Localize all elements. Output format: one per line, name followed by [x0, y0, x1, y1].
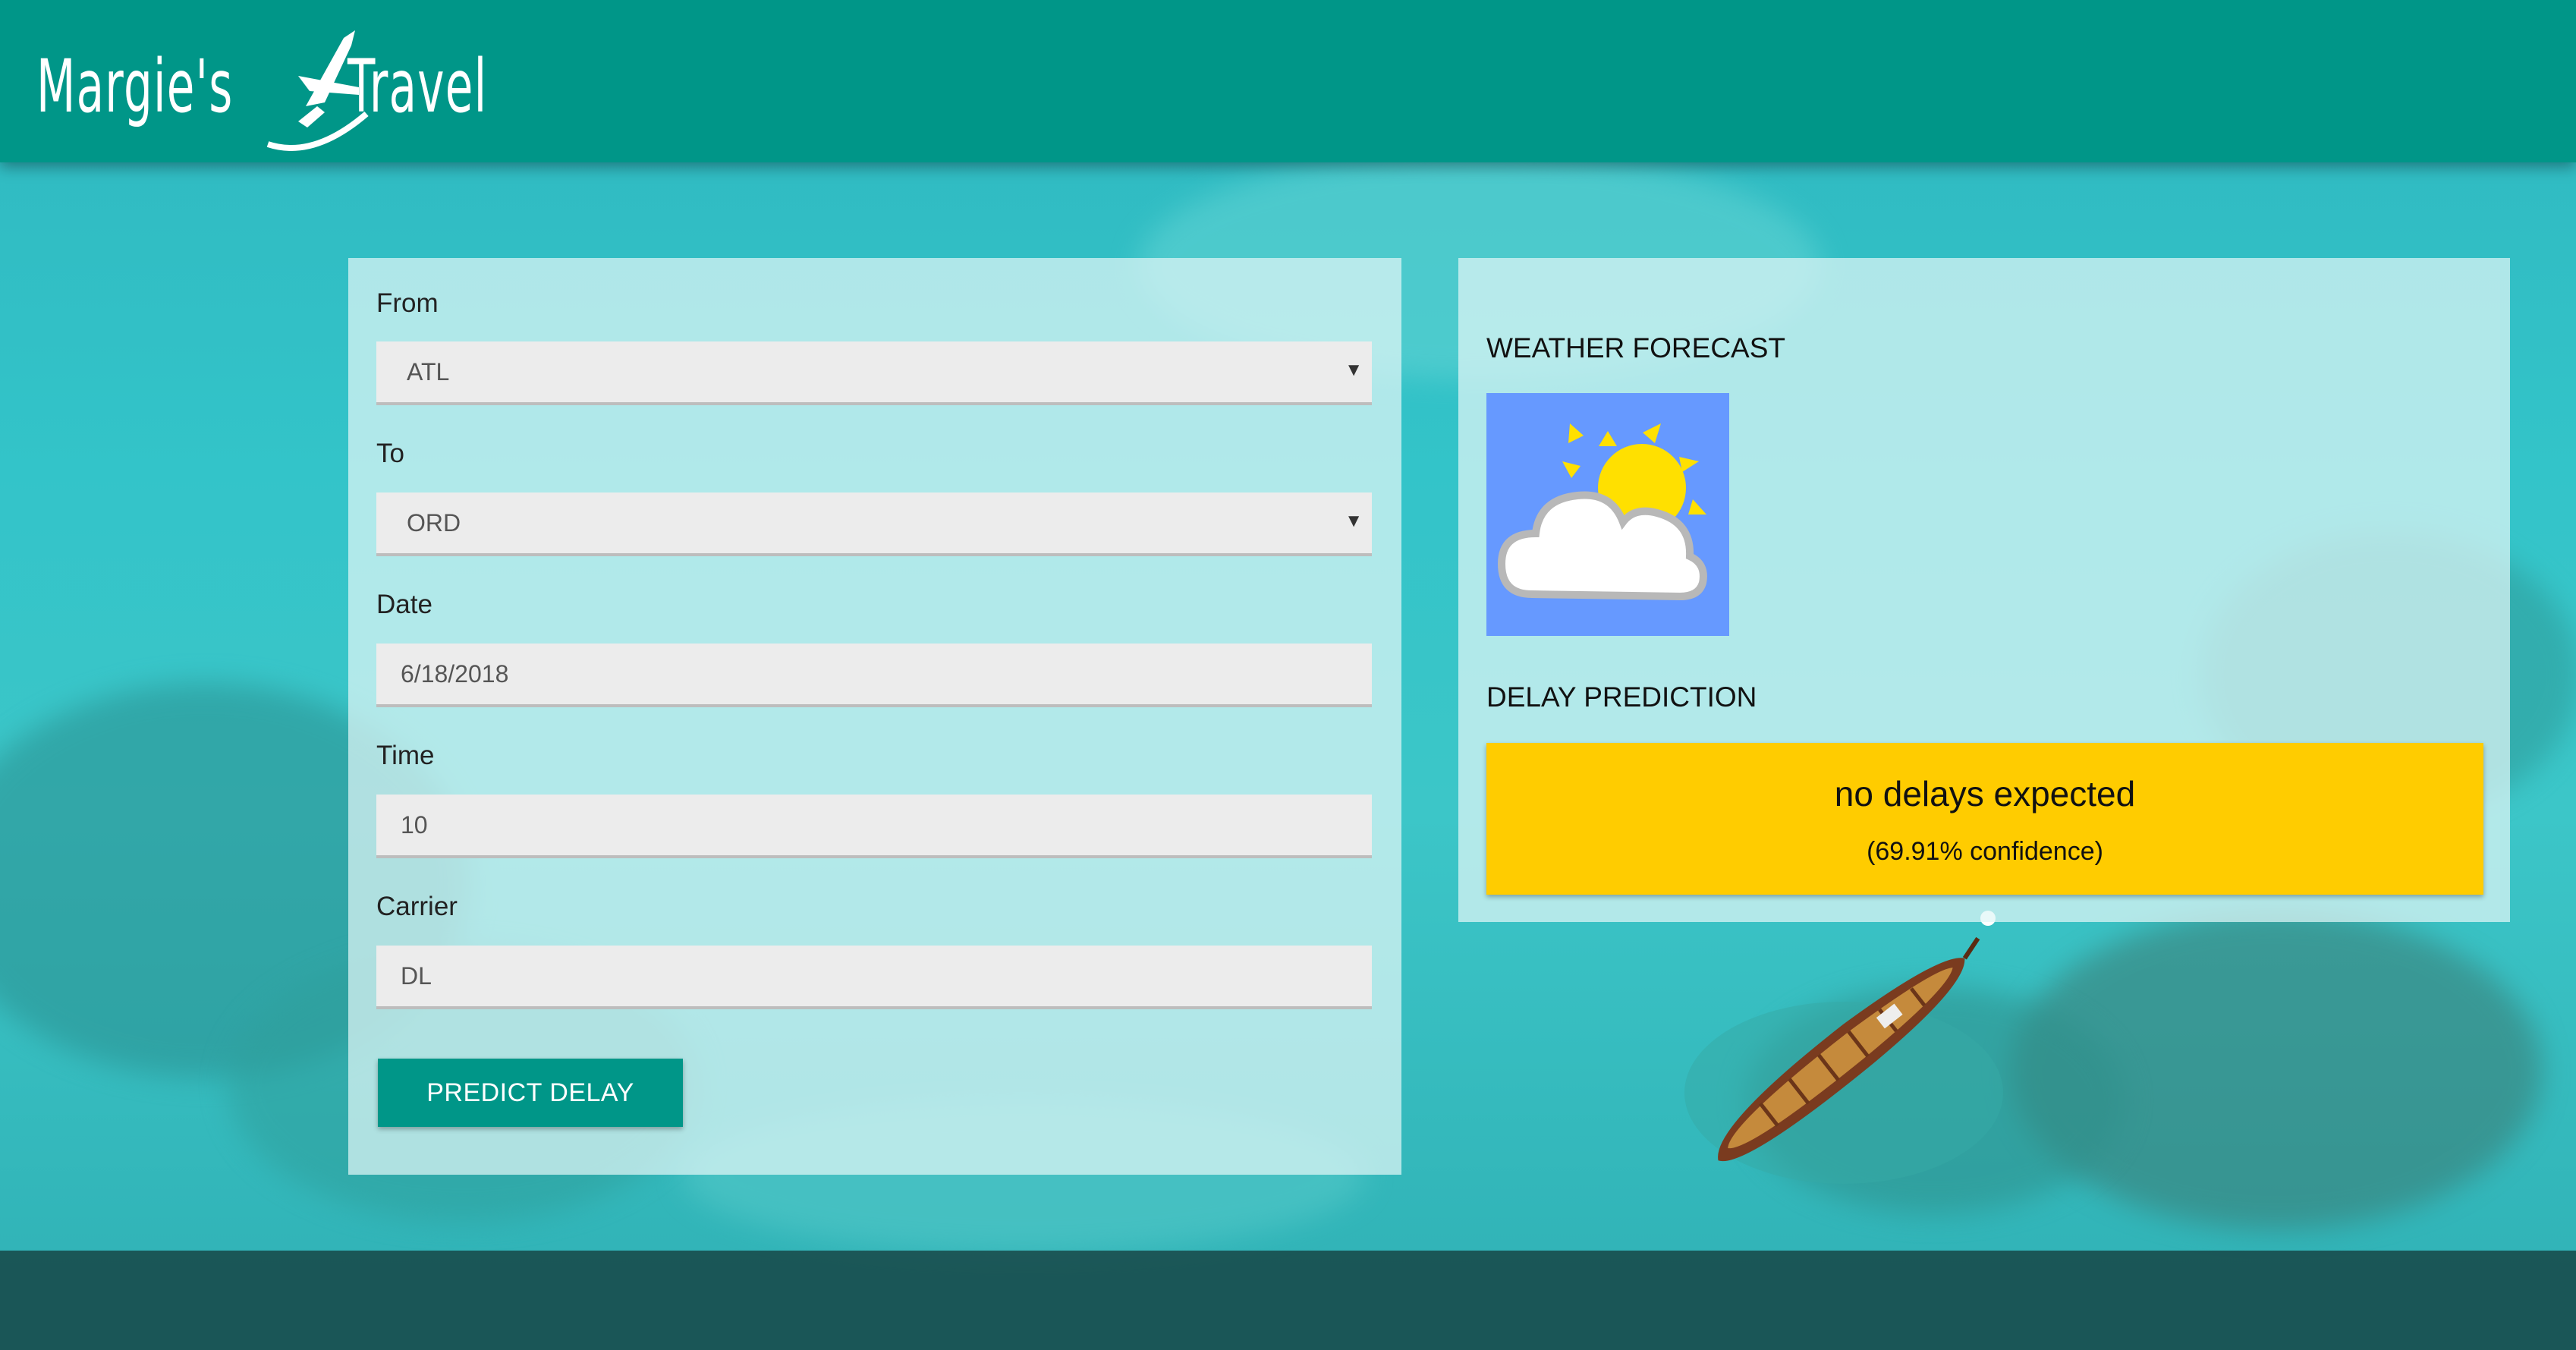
date-input[interactable]: 6/18/2018: [376, 644, 1372, 707]
confidence-text: (69.91% confidence): [1867, 837, 2103, 866]
delay-result-text: no delays expected: [1834, 774, 2136, 813]
carrier-input-value: DL: [401, 961, 432, 990]
carrier-input[interactable]: DL: [376, 946, 1372, 1009]
boat-image: [1684, 911, 2003, 1184]
weather-forecast-title: WEATHER FORECAST: [1486, 332, 1785, 363]
predict-delay-button[interactable]: PREDICT DELAY: [378, 1059, 683, 1127]
to-select-value: ORD: [407, 508, 461, 537]
results-panel: WEATHER FORECAST DELAY PREDICTION no del…: [1458, 258, 2510, 922]
page-footer: [0, 1251, 2576, 1350]
delay-prediction-result: no delays expected (69.91% confidence): [1486, 743, 2483, 895]
margies-travel-logo[interactable]: Margie's Travel: [36, 15, 522, 152]
logo-text-left: Margie's: [36, 44, 234, 129]
from-select-value: ATL: [407, 357, 450, 385]
chevron-down-icon: ▼: [1345, 360, 1363, 380]
to-label: To: [376, 439, 404, 468]
from-select[interactable]: ATL ▼: [376, 341, 1372, 405]
chevron-down-icon: ▼: [1345, 511, 1363, 531]
delay-prediction-title: DELAY PREDICTION: [1486, 681, 1757, 713]
carrier-label: Carrier: [376, 892, 458, 921]
partly-cloudy-icon: [1486, 393, 1729, 636]
date-input-value: 6/18/2018: [401, 659, 509, 688]
to-select[interactable]: ORD ▼: [376, 492, 1372, 556]
time-input[interactable]: 10: [376, 795, 1372, 858]
logo-text-right: Travel: [348, 44, 488, 129]
time-label: Time: [376, 741, 435, 770]
app-header: Margie's Travel: [0, 0, 2576, 162]
from-label: From: [376, 288, 439, 318]
time-input-value: 10: [401, 810, 428, 839]
date-label: Date: [376, 590, 432, 619]
flight-form-panel: From ATL ▼ To ORD ▼ Date 6/18/2018 Time …: [348, 258, 1401, 1175]
